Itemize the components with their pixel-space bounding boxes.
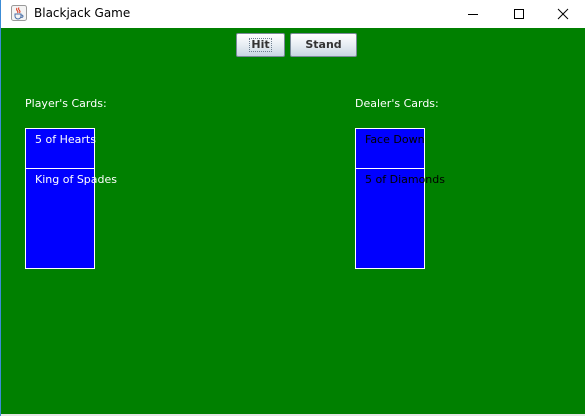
stand-button-label: Stand — [305, 38, 342, 51]
dealer-cards-label: Dealer's Cards: — [355, 97, 439, 110]
stand-button[interactable]: Stand — [290, 33, 357, 57]
player-card-label: 5 of Hearts — [35, 133, 96, 146]
dealer-card: Face Down — [355, 128, 425, 169]
title-bar[interactable]: Blackjack Game — [1, 0, 585, 28]
window-title: Blackjack Game — [34, 6, 131, 20]
player-card-label: King of Spades — [35, 173, 118, 186]
dealer-card-label: Face Down — [365, 133, 425, 146]
maximize-icon — [514, 9, 524, 19]
app-window: Blackjack Game Hit Stand Player's Cards:… — [0, 0, 585, 416]
minimize-icon — [468, 14, 478, 15]
dealer-card-label: 5 of Diamonds — [365, 173, 445, 186]
dealer-card: 5 of Diamonds — [355, 168, 445, 269]
hit-button[interactable]: Hit — [236, 33, 285, 57]
player-card: King of Spades — [25, 168, 117, 269]
close-icon — [557, 8, 569, 20]
close-button[interactable] — [540, 0, 585, 28]
player-card: 5 of Hearts — [25, 128, 96, 169]
player-cards-label: Player's Cards: — [25, 97, 107, 110]
maximize-button[interactable] — [496, 0, 542, 28]
minimize-button[interactable] — [450, 0, 496, 28]
hit-button-label: Hit — [249, 38, 272, 52]
java-cup-icon — [11, 5, 27, 21]
game-table: Hit Stand Player's Cards: Dealer's Cards… — [1, 28, 585, 414]
